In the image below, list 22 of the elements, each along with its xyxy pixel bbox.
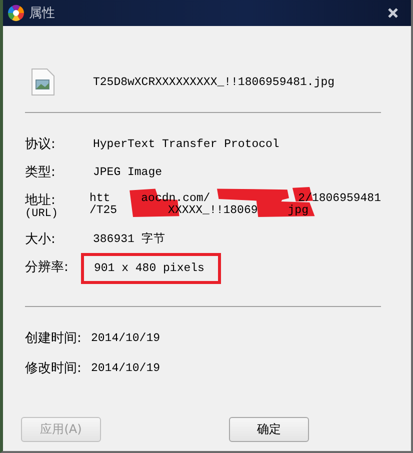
date-value: 2014/10/19 [91, 332, 160, 344]
field-label: 大小: [25, 232, 56, 247]
date-value: 2014/10/19 [91, 362, 160, 374]
field-label: 类型: [25, 165, 56, 180]
url-fragment: jpg [288, 205, 308, 217]
field-label: 协议: [25, 137, 56, 152]
field-value: 386931 字节 [93, 232, 166, 247]
field-label: 地址: [25, 193, 56, 208]
url-fragment: htt [89, 193, 110, 205]
file-name: T25D8wXCRXXXXXXXXX_!!1806959481.jpg [93, 76, 335, 88]
field-value: JPEG Image [93, 165, 162, 180]
ok-button[interactable]: 确定 [229, 417, 309, 442]
url-fragment: /T25 [89, 205, 118, 217]
window-title: 属性 [29, 5, 55, 22]
app-logo-icon [7, 4, 25, 22]
image-file-icon [31, 68, 55, 96]
field-label: 分辨率: [25, 260, 70, 275]
date-label: 修改时间: [25, 360, 82, 377]
field-label: (URL) [25, 208, 60, 220]
date-label: 创建时间: [25, 330, 82, 347]
field-value: 901 x 480 pixels [81, 253, 222, 284]
field-value: HyperText Transfer Protocol [93, 137, 280, 152]
